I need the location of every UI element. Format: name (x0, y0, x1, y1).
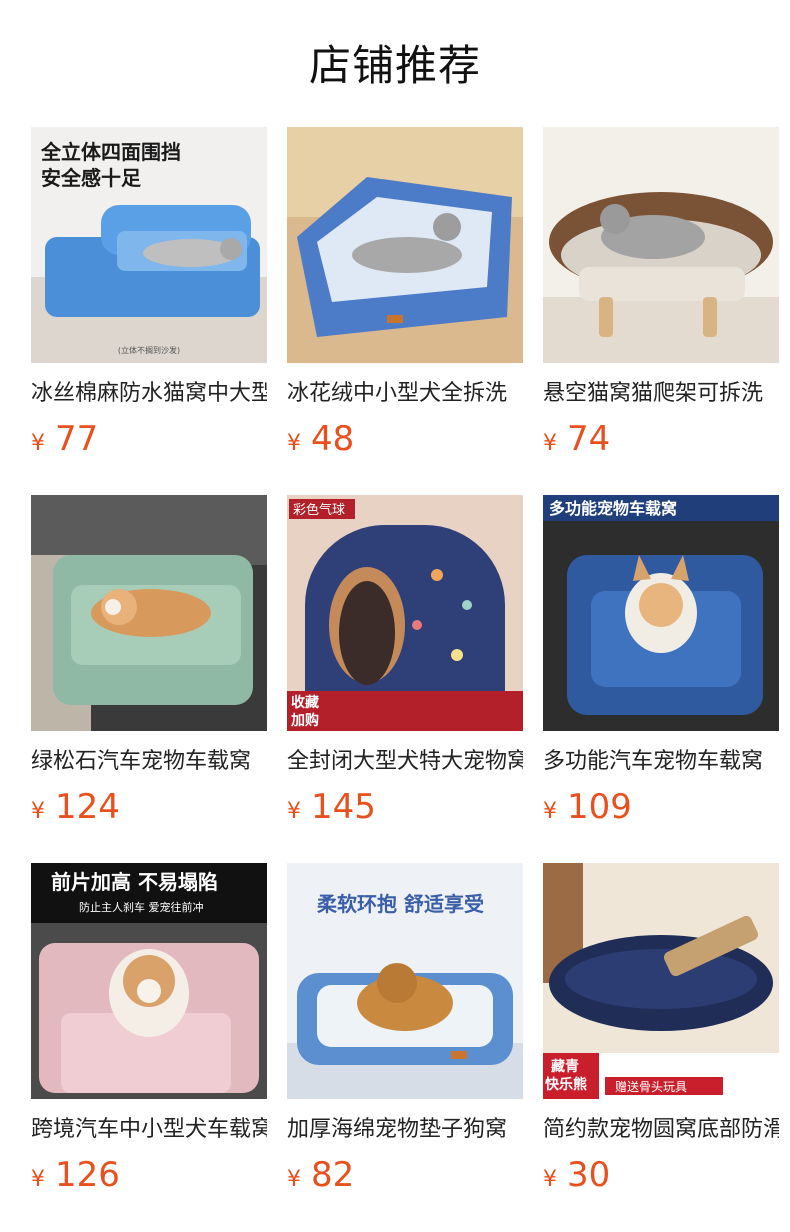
svg-text:柔软环抱 舒适享受: 柔软环抱 舒适享受 (317, 892, 484, 916)
dog-car-seat-image[interactable] (31, 495, 267, 731)
product-price: ¥145 (287, 785, 523, 829)
product-name[interactable]: 多功能汽车宠物车载窝 (543, 745, 779, 779)
product-price: ¥109 (543, 785, 779, 829)
price-value: 30 (567, 1155, 611, 1195)
price-value: 74 (567, 419, 611, 459)
svg-text:前片加高 不易塌陷: 前片加高 不易塌陷 (51, 870, 218, 894)
product-name[interactable]: 冰花绒中小型犬全拆洗 (287, 377, 523, 411)
product-price: ¥126 (31, 1153, 267, 1197)
product-name[interactable]: 绿松石汽车宠物车载窝 (31, 745, 267, 779)
product-price: ¥77 (31, 417, 267, 461)
svg-text:全立体四面围挡: 全立体四面围挡 (40, 140, 181, 164)
currency-symbol: ¥ (287, 1167, 301, 1192)
product-card[interactable]: 前片加高 不易塌陷 防止主人刹车 爱宠往前冲 跨境汽车中小型犬车载窝 ¥126 (31, 863, 267, 1231)
svg-text:收藏: 收藏 (291, 694, 319, 711)
product-card[interactable]: 绿松石汽车宠物车载窝 ¥124 (31, 495, 267, 863)
dog-bed-image[interactable]: 柔软环抱 舒适享受 (287, 863, 523, 1099)
dog-house-image[interactable]: 彩色气球 收藏 加购 (287, 495, 523, 731)
price-value: 124 (55, 787, 120, 827)
svg-text:安全感十足: 安全感十足 (41, 166, 142, 190)
price-value: 145 (311, 787, 376, 827)
price-value: 126 (55, 1155, 120, 1195)
product-price: ¥48 (287, 417, 523, 461)
svg-text:彩色气球: 彩色气球 (293, 502, 345, 518)
currency-symbol: ¥ (543, 1167, 557, 1192)
product-price: ¥30 (543, 1153, 779, 1197)
dog-car-seat-image[interactable]: 前片加高 不易塌陷 防止主人刹车 爱宠往前冲 (31, 863, 267, 1099)
product-card[interactable]: 冰花绒中小型犬全拆洗 ¥48 (287, 127, 523, 495)
price-value: 109 (567, 787, 632, 827)
product-card[interactable]: 悬空猫窝猫爬架可拆洗 ¥74 (543, 127, 779, 495)
currency-symbol: ¥ (543, 431, 557, 456)
price-value: 82 (311, 1155, 355, 1195)
currency-symbol: ¥ (287, 431, 301, 456)
product-grid: (立体不搁到沙发) 全立体四面围挡 安全感十足 冰丝棉麻防水猫窝中大型 ¥77 (31, 127, 779, 1231)
product-card[interactable]: (立体不搁到沙发) 全立体四面围挡 安全感十足 冰丝棉麻防水猫窝中大型 ¥77 (31, 127, 267, 495)
svg-text:藏青: 藏青 (551, 1058, 579, 1075)
currency-symbol: ¥ (287, 799, 301, 824)
product-name[interactable]: 加厚海绵宠物垫子狗窝 (287, 1113, 523, 1147)
currency-symbol: ¥ (31, 431, 45, 456)
price-value: 48 (311, 419, 355, 459)
product-name[interactable]: 冰丝棉麻防水猫窝中大型 (31, 377, 267, 411)
product-card[interactable]: 藏青 快乐熊 赠送骨头玩具 简约款宠物圆窝底部防滑 ¥30 (543, 863, 779, 1231)
currency-symbol: ¥ (543, 799, 557, 824)
product-price: ¥124 (31, 785, 267, 829)
cat-bed-image[interactable]: (立体不搁到沙发) 全立体四面围挡 安全感十足 (31, 127, 267, 363)
recommend-page: 店铺推荐 (立体不搁到沙发) 全立体四面围挡 安全感十足 冰丝棉麻防水猫窝中大型 (0, 0, 790, 1232)
svg-text:多功能宠物车载窝: 多功能宠物车载窝 (549, 499, 677, 518)
svg-text:快乐熊: 快乐熊 (545, 1076, 587, 1093)
product-card[interactable]: 多功能宠物车载窝 多功能汽车宠物车载窝 ¥109 (543, 495, 779, 863)
product-name[interactable]: 悬空猫窝猫爬架可拆洗 (543, 377, 779, 411)
cat-bed-image[interactable] (543, 127, 779, 363)
cat-bed-image[interactable] (287, 127, 523, 363)
product-name[interactable]: 跨境汽车中小型犬车载窝 (31, 1113, 267, 1147)
product-name[interactable]: 全封闭大型犬特大宠物窝 (287, 745, 523, 779)
svg-text:(立体不搁到沙发): (立体不搁到沙发) (118, 345, 180, 355)
product-card[interactable]: 彩色气球 收藏 加购 全封闭大型犬特大宠物窝 ¥145 (287, 495, 523, 863)
product-price: ¥74 (543, 417, 779, 461)
section-title: 店铺推荐 (308, 41, 481, 90)
product-name[interactable]: 简约款宠物圆窝底部防滑 (543, 1113, 779, 1147)
product-card[interactable]: 柔软环抱 舒适享受 加厚海绵宠物垫子狗窝 ¥82 (287, 863, 523, 1231)
svg-text:加购: 加购 (290, 712, 319, 729)
svg-text:赠送骨头玩具: 赠送骨头玩具 (615, 1079, 687, 1094)
dog-car-seat-image[interactable]: 多功能宠物车载窝 (543, 495, 779, 731)
svg-text:防止主人刹车 爱宠往前冲: 防止主人刹车 爱宠往前冲 (79, 900, 204, 914)
price-value: 77 (55, 419, 99, 459)
currency-symbol: ¥ (31, 1167, 45, 1192)
round-pet-bed-image[interactable]: 藏青 快乐熊 赠送骨头玩具 (543, 863, 779, 1099)
currency-symbol: ¥ (31, 799, 45, 824)
product-price: ¥82 (287, 1153, 523, 1197)
